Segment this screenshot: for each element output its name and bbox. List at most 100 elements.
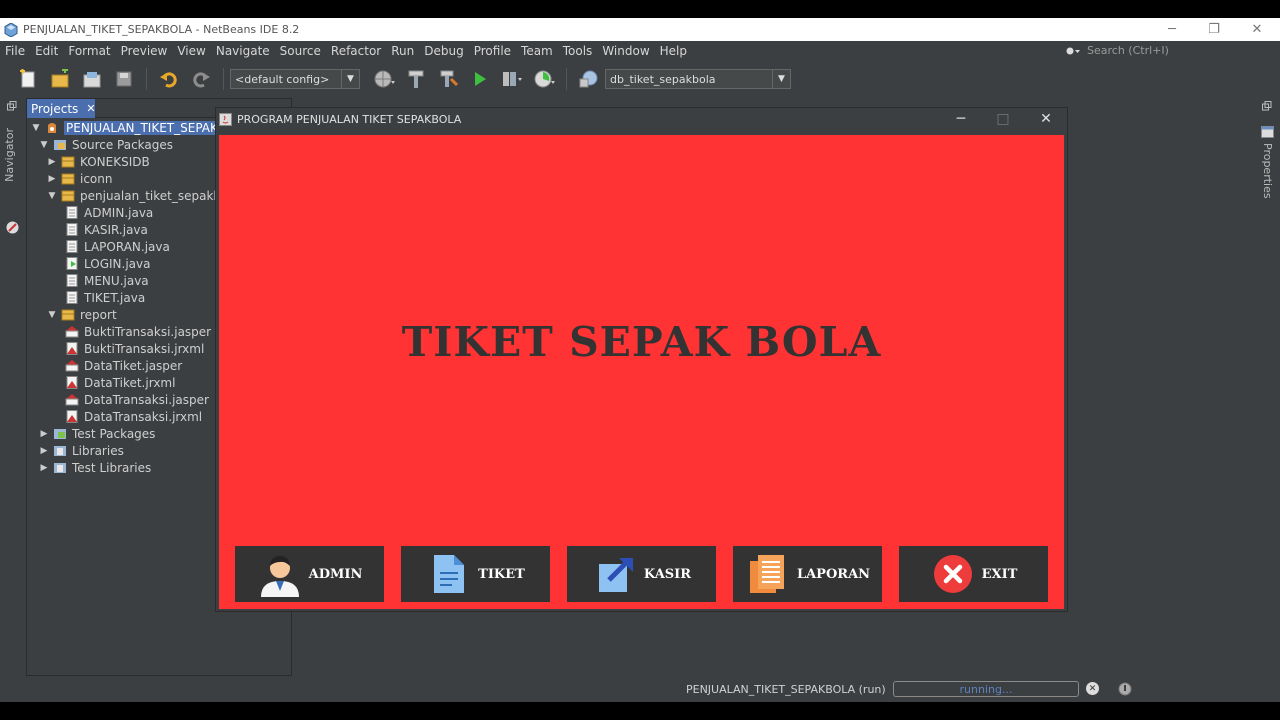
tree-toggle-icon[interactable]: ▶ [39, 463, 49, 473]
tree-node-file[interactable]: BuktiTransaksi.jasper [65, 323, 211, 340]
menu-format[interactable]: Format [63, 44, 115, 58]
tree-toggle-icon[interactable]: ▼ [47, 310, 57, 320]
tree-toggle-icon[interactable]: ▶ [47, 157, 57, 167]
right-sidebar-strip: Properties [1256, 98, 1280, 676]
tree-node-file[interactable]: MENU.java [65, 272, 149, 289]
profile-button[interactable] [532, 67, 556, 91]
report-icon [745, 551, 791, 597]
java-main-file-icon [66, 257, 78, 270]
open-project-button[interactable] [80, 67, 104, 91]
tree-node-file[interactable]: DataTiket.jasper [65, 357, 182, 374]
restore-window-icon[interactable] [7, 101, 17, 111]
quick-search[interactable]: Search (Ctrl+I) [1065, 41, 1260, 60]
app-close-button[interactable]: ✕ [1026, 108, 1066, 130]
menu-edit[interactable]: Edit [30, 44, 63, 58]
app-maximize-button[interactable]: □ [983, 108, 1023, 130]
menu-navigate[interactable]: Navigate [211, 44, 275, 58]
tree-node-source-packages[interactable]: ▼ Source Packages [39, 136, 174, 153]
database-combo-value: db_tiket_sepakbola [610, 72, 716, 86]
new-file-button[interactable] [16, 67, 40, 91]
menu-run[interactable]: Run [386, 44, 419, 58]
menubar: File Edit Format Preview View Navigate S… [0, 41, 1280, 60]
clean-build-button[interactable] [436, 67, 460, 91]
tree-node-file[interactable]: ADMIN.java [65, 204, 153, 221]
database-button[interactable] [577, 67, 601, 91]
database-combo[interactable]: db_tiket_sepakbola ▼ [605, 69, 791, 89]
tree-node-libraries[interactable]: ▶ Libraries [39, 442, 124, 459]
app-minimize-button[interactable]: ─ [941, 108, 981, 130]
tree-node-package[interactable]: ▶ KONEKSIDB [47, 153, 150, 170]
admin-button[interactable]: ADMIN [235, 546, 384, 602]
build-button[interactable] [404, 67, 428, 91]
tiket-button[interactable]: TIKET [401, 546, 550, 602]
tree-node-project[interactable]: ▼ PENJUALAN_TIKET_SEPAK [31, 119, 220, 136]
tree-node-package[interactable]: ▼ penjualan_tiket_sepakbol [47, 187, 232, 204]
tiket-button-label: TIKET [478, 566, 525, 582]
menu-view[interactable]: View [172, 44, 210, 58]
menu-team[interactable]: Team [516, 44, 558, 58]
tree-node-file[interactable]: DataTransaksi.jrxml [65, 408, 202, 425]
menu-window[interactable]: Window [597, 44, 654, 58]
menu-preview[interactable]: Preview [116, 44, 173, 58]
tree-node-file[interactable]: TIKET.java [65, 289, 145, 306]
tree-node-package[interactable]: ▼ report [47, 306, 117, 323]
os-restore-button[interactable]: ❐ [1192, 18, 1236, 41]
tree-toggle-icon[interactable]: ▶ [47, 174, 57, 184]
tree-node-file[interactable]: BuktiTransaksi.jrxml [65, 340, 204, 357]
chevron-down-icon[interactable]: ▼ [341, 70, 359, 88]
java-file-icon [66, 291, 78, 304]
tree-toggle-icon[interactable]: ▼ [39, 140, 49, 150]
app-heading: TIKET SEPAK BOLA [401, 318, 882, 366]
kasir-button[interactable]: KASIR [567, 546, 716, 602]
chevron-down-icon[interactable]: ▼ [772, 70, 790, 88]
menu-file[interactable]: File [0, 44, 30, 58]
restore-window-icon[interactable] [1262, 101, 1272, 111]
tree-node-file[interactable]: LAPORAN.java [65, 238, 170, 255]
menu-source[interactable]: Source [275, 44, 326, 58]
tree-toggle-icon[interactable]: ▼ [31, 123, 41, 133]
tree-toggle-icon[interactable]: ▶ [39, 446, 49, 456]
tree-node-file[interactable]: KASIR.java [65, 221, 148, 238]
menu-profile[interactable]: Profile [469, 44, 516, 58]
os-close-button[interactable]: ✕ [1235, 18, 1279, 41]
debug-button[interactable] [500, 67, 524, 91]
main-menu-panel: TIKET SEPAK BOLA ADMIN TIKET KASIR LAPOR… [219, 135, 1064, 609]
config-combo[interactable]: <default config> ▼ [230, 69, 360, 89]
tree-node-file[interactable]: DataTransaksi.jasper [65, 391, 209, 408]
tree-node-package[interactable]: ▶ iconn [47, 170, 113, 187]
navigator-tab[interactable]: Navigator [3, 128, 16, 182]
tree-toggle-icon[interactable]: ▶ [39, 429, 49, 439]
package-icon [61, 309, 75, 321]
run-progress-bar[interactable]: running... [893, 681, 1079, 697]
set-project-button[interactable] [372, 67, 396, 91]
menu-refactor[interactable]: Refactor [326, 44, 386, 58]
save-all-icon [116, 71, 132, 87]
tree-node-test-libraries[interactable]: ▶ Test Libraries [39, 459, 152, 476]
exit-button[interactable]: EXIT [899, 546, 1048, 602]
cancel-task-icon[interactable]: ✕ [1086, 682, 1099, 695]
hammer-icon [408, 70, 424, 88]
undo-icon [160, 72, 177, 88]
redo-button[interactable] [189, 67, 213, 91]
close-icon[interactable]: ✕ [86, 102, 95, 115]
tab-projects[interactable]: Projects ✕ [27, 99, 96, 118]
undo-button[interactable] [157, 67, 181, 91]
new-project-button[interactable] [48, 67, 72, 91]
notifications-icon[interactable] [1117, 681, 1133, 697]
toolbar: <default config> ▼ db_tiket_sepakbola ▼ [0, 62, 1280, 96]
java-app-icon [219, 112, 232, 126]
tree-node-test-packages[interactable]: ▶ Test Packages [39, 425, 156, 442]
menu-tools[interactable]: Tools [558, 44, 598, 58]
os-minimize-button[interactable]: ─ [1150, 18, 1194, 41]
save-all-button[interactable] [112, 67, 136, 91]
jrxml-file-icon [66, 410, 78, 423]
menu-debug[interactable]: Debug [419, 44, 468, 58]
properties-tab[interactable]: Properties [1261, 143, 1274, 199]
menu-help[interactable]: Help [655, 44, 692, 58]
tree-node-file[interactable]: LOGIN.java [65, 255, 150, 272]
laporan-button[interactable]: LAPORAN [733, 546, 882, 602]
run-button[interactable] [468, 67, 492, 91]
globe-icon [374, 70, 395, 88]
tree-toggle-icon[interactable]: ▼ [47, 191, 57, 201]
tree-node-file[interactable]: DataTiket.jrxml [65, 374, 175, 391]
